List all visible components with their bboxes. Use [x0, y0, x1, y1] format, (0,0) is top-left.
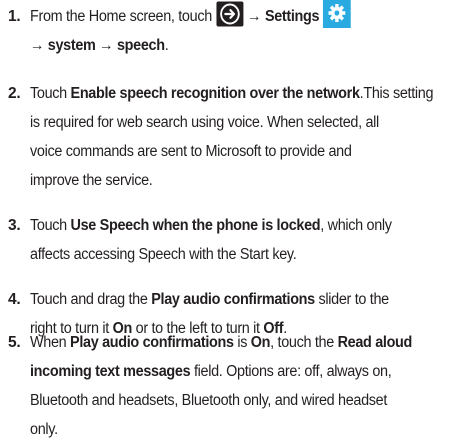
step-text-segment: → — [30, 37, 48, 54]
step-line: Touch Use Speech when the phone is locke… — [30, 211, 439, 240]
step-text-segment: , which only — [320, 217, 392, 234]
step-line: improve the service. — [30, 172, 153, 189]
instruction-document: 1. From the Home screen, touch → Setting… — [0, 0, 472, 448]
step-text-segment: → — [95, 37, 117, 54]
step-number: 1. — [8, 8, 21, 25]
step-text-segment: Touch — [30, 85, 71, 102]
step-text: When Play audio confirmations is On, tou… — [30, 328, 439, 444]
step-text-segment: , touch the — [270, 334, 338, 351]
setting-name: Enable speech recognition over the netwo… — [70, 85, 360, 102]
system-label: system — [47, 37, 96, 54]
field-name: Read aloud — [337, 334, 413, 351]
field-name: incoming text messages — [30, 363, 191, 380]
step-text-segment: . — [164, 37, 169, 54]
step-text-segment: field. Options are: off, always on, — [190, 363, 392, 380]
step-line: Touch Enable speech recognition over the… — [30, 79, 439, 108]
step-line: only. — [30, 421, 58, 438]
step-line: Bluetooth and headsets, Bluetooth only, … — [30, 392, 388, 409]
step-line: affects accessing Speech with the Start … — [30, 246, 297, 263]
step-text-segment: From the Home screen, touch — [30, 8, 216, 25]
arrow-right-circle-icon — [216, 1, 244, 27]
step-text: Touch Enable speech recognition over the… — [30, 79, 439, 195]
step-line: is required for web search using voice. … — [30, 114, 379, 131]
step-number: 4. — [8, 291, 21, 308]
step-line: When Play audio confirmations is On, tou… — [30, 328, 439, 357]
step-text: From the Home screen, touch → Settings →… — [30, 0, 439, 60]
step-text: Touch Use Speech when the phone is locke… — [30, 211, 439, 269]
step-text-segment: slider to the — [314, 291, 390, 308]
step-text-segment: When — [30, 334, 71, 351]
setting-name: Play audio confirmations — [70, 334, 234, 351]
step-line: voice commands are sent to Microsoft to … — [30, 143, 352, 160]
setting-name: Play audio confirmations — [151, 291, 315, 308]
speech-label: speech — [116, 37, 165, 54]
step-line: → system → speech. — [30, 31, 439, 60]
step-line: From the Home screen, touch → Settings — [30, 0, 439, 31]
step-number: 3. — [8, 217, 21, 234]
step-number: 2. — [8, 85, 21, 102]
step-line: Touch and drag the Play audio confirmati… — [30, 285, 439, 314]
step-number: 5. — [8, 334, 21, 351]
step-text-segment: is — [233, 334, 251, 351]
step-text-segment: → — [243, 8, 265, 25]
step-text-segment: Touch — [30, 217, 71, 234]
step-line: incoming text messages field. Options ar… — [30, 357, 439, 386]
gear-icon — [321, 0, 351, 28]
setting-name: Use Speech when the phone is locked — [70, 217, 321, 234]
step-text-segment: .This setting — [359, 85, 434, 102]
on-label: On — [250, 334, 271, 351]
step-text-segment: Touch and drag the — [30, 291, 152, 308]
settings-label: Settings — [264, 8, 320, 25]
